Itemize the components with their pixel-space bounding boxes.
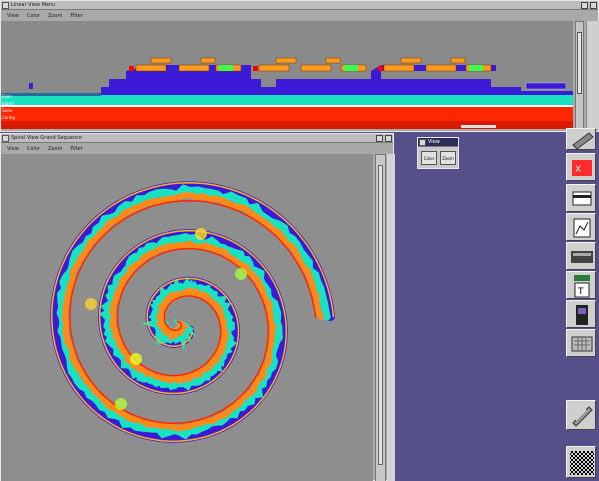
view-palette-title: View — [428, 139, 440, 145]
track-label-gene: Gene — [2, 108, 13, 113]
card-tool-icon — [572, 191, 592, 206]
spiral-canvas[interactable] — [1, 154, 373, 481]
spiral-highlight-3 — [195, 228, 207, 240]
phone-tool-button[interactable] — [566, 300, 596, 328]
gene-tool-icon: X — [572, 160, 592, 176]
linear-scroll-thumb[interactable] — [577, 32, 582, 94]
spiral-vertical-scrollbar[interactable] — [375, 154, 386, 481]
phone-tool-icon — [576, 305, 588, 325]
calculator-tool-button[interactable]: T — [566, 271, 596, 299]
pencil-tool-icon — [572, 406, 593, 427]
linear-vertical-scrollbar[interactable] — [575, 21, 584, 129]
linear-side-panel — [586, 21, 599, 129]
track-label-intron: Intron — [2, 101, 14, 106]
chart-tool-icon — [573, 218, 591, 238]
pointer-tool-button[interactable] — [566, 128, 596, 150]
spiral-highlight-0 — [115, 398, 127, 410]
view-palette-window: View Color Zoom — [417, 137, 459, 169]
spiral-view-window: Spiral View Grand Sequence View Color Zo… — [0, 133, 395, 481]
zoom-button[interactable]: Zoom — [440, 151, 456, 165]
card-tool-button[interactable] — [566, 184, 596, 212]
spiral-highlight-4 — [85, 298, 97, 310]
scanner-tool-button[interactable] — [566, 242, 596, 270]
linear-track-area[interactable]: Exon Intron Gene Contig — [1, 21, 573, 129]
spiral-scroll-thumb[interactable] — [378, 165, 383, 465]
color-button[interactable]: Color — [421, 151, 437, 165]
linear-view-menubar: View Color Zoom Filter — [1, 11, 598, 20]
linear-view-titlebar[interactable]: Linear View Menu — [1, 1, 598, 10]
minimize-icon[interactable] — [581, 2, 588, 9]
spiral-view-titlebar[interactable]: Spiral View Grand Sequence — [1, 134, 393, 143]
keyboard-tool-button[interactable] — [566, 329, 596, 357]
keyboard-tool-icon — [571, 336, 593, 352]
pattern-tool-icon — [570, 451, 594, 475]
gene-tool-button[interactable]: X — [566, 153, 596, 181]
maximize-icon[interactable] — [590, 2, 597, 9]
minimize-icon[interactable] — [376, 135, 383, 142]
maximize-icon[interactable] — [385, 135, 392, 142]
svg-text:T: T — [577, 287, 584, 297]
svg-text:X: X — [575, 165, 581, 175]
spiral-window-edge — [387, 154, 395, 481]
window-menu-icon[interactable] — [2, 1, 9, 9]
scanner-tool-icon — [571, 251, 593, 263]
spiral-view-menubar: View Color Zoom Filter — [1, 144, 393, 153]
spiral-highlight-2 — [235, 268, 247, 280]
linear-sequence-plot — [1, 57, 573, 129]
track-label-exon: Exon — [2, 94, 12, 99]
menu-zoom[interactable]: Zoom — [48, 146, 62, 152]
menu-filter[interactable]: Filter — [70, 13, 82, 19]
menu-color[interactable]: Color — [27, 146, 40, 152]
spiral-highlight-1 — [130, 353, 142, 365]
linear-view-title: Linear View Menu — [11, 2, 56, 8]
menu-zoom[interactable]: Zoom — [48, 13, 62, 19]
menu-filter[interactable]: Filter — [70, 146, 82, 152]
chart-tool-button[interactable] — [566, 213, 596, 241]
window-menu-icon[interactable] — [419, 138, 426, 146]
menu-view[interactable]: View — [7, 146, 19, 152]
spiral-sequence-plot — [50, 181, 335, 443]
pencil-tool-button[interactable] — [566, 400, 596, 430]
pattern-tool-button[interactable] — [566, 446, 596, 478]
pointer-tool-icon — [572, 132, 594, 150]
menu-view[interactable]: View — [7, 13, 19, 19]
view-palette-titlebar[interactable]: View — [418, 138, 458, 147]
menu-color[interactable]: Color — [27, 13, 40, 19]
linear-view-window: Linear View Menu View Color Zoom Filter — [0, 0, 599, 132]
window-menu-icon[interactable] — [2, 134, 9, 142]
spiral-view-title: Spiral View Grand Sequence — [11, 135, 82, 141]
track-label-contig: Contig — [2, 115, 15, 120]
calculator-tool-icon: T — [574, 275, 590, 298]
